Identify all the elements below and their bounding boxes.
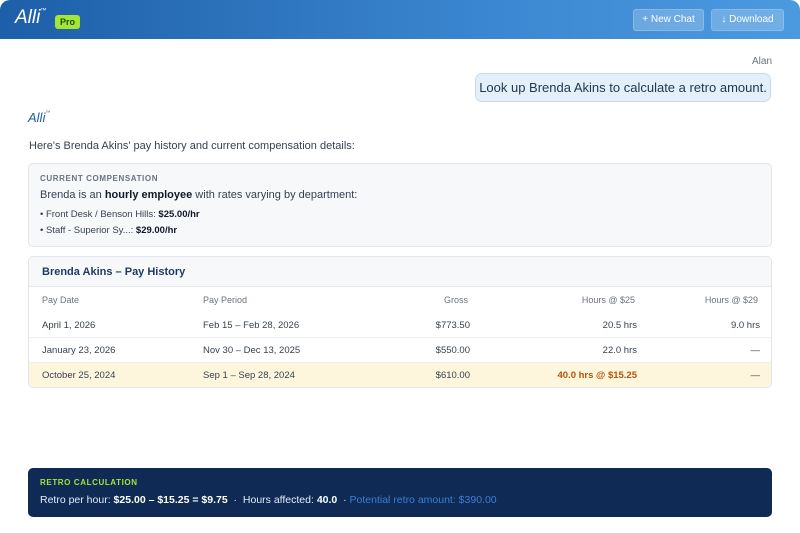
table-row-highlighted: October 25, 2024 Sep 1 – Sep 28, 2024 $6…: [29, 363, 771, 387]
cell-pay-period: Feb 15 – Feb 28, 2026: [203, 320, 300, 331]
pay-history-title: Brenda Akins – Pay History: [29, 257, 771, 287]
rate-item: • Front Desk / Benson Hills: $25.00/hr: [40, 209, 200, 220]
cell-hours-25-highlighted: 40.0 hrs @ $15.25: [557, 370, 637, 381]
cell-pay-date: April 1, 2026: [42, 320, 96, 331]
compensation-description: Brenda is an hourly employee with rates …: [40, 189, 358, 201]
column-header-hours-25: Hours @ $25: [581, 295, 635, 305]
rate-item: • Staff - Superior Sy...: $29.00/hr: [40, 225, 178, 236]
download-label: Download: [729, 14, 774, 25]
cell-pay-date: October 25, 2024: [42, 370, 116, 381]
cell-hours-29: 9.0 hrs: [730, 320, 760, 331]
hours-affected-value: 40.0: [316, 494, 338, 506]
new-chat-label: New Chat: [650, 14, 695, 25]
potential-retro-amount: Potential retro amount: $390.00: [349, 494, 497, 506]
plus-icon: +: [642, 14, 649, 25]
download-button[interactable]: ↓ Download: [711, 9, 784, 31]
retro-calculation-card: RETRO CALCULATION Retro per hour: $25.00…: [28, 468, 772, 517]
cell-gross: $550.00: [435, 345, 470, 356]
cell-hours-25: 22.0 hrs: [602, 345, 637, 356]
column-header-pay-period: Pay Period: [203, 295, 248, 305]
current-compensation-card: CURRENT COMPENSATION Brenda is an hourly…: [28, 163, 772, 247]
retro-title: RETRO CALCULATION: [40, 478, 138, 487]
app-window: Alli™ Pro + New Chat ↓ Download Alan Loo…: [0, 0, 800, 533]
cell-hours-25: 20.5 hrs: [602, 320, 637, 331]
user-message: Look up Brenda Akins to calculate a retr…: [475, 73, 771, 102]
pro-badge: Pro: [55, 15, 81, 29]
cell-pay-date: January 23, 2026: [42, 345, 116, 356]
user-name: Alan: [751, 56, 772, 67]
assistant-intro: Here's Brenda Akins' pay history and cur…: [29, 140, 355, 152]
assistant-name: Alli™: [28, 110, 51, 125]
download-icon: ↓: [721, 14, 727, 25]
table-row: April 1, 2026 Feb 15 – Feb 28, 2026 $773…: [29, 313, 771, 338]
cell-hours-29: —: [750, 370, 761, 381]
retro-per-hour-value: $25.00 – $15.25 = $9.75: [113, 494, 228, 506]
app-logo: Alli™: [15, 7, 47, 28]
retro-summary: Retro per hour: $25.00 – $15.25 = $9.75 …: [40, 494, 497, 506]
column-header-hours-29: Hours @ $29: [704, 295, 758, 305]
cell-gross: $773.50: [435, 320, 470, 331]
column-header-pay-date: Pay Date: [42, 295, 80, 305]
table-row: January 23, 2026 Nov 30 – Dec 13, 2025 $…: [29, 338, 771, 363]
new-chat-button[interactable]: + New Chat: [633, 9, 704, 31]
cell-gross: $610.00: [435, 370, 470, 381]
pay-history-table: Brenda Akins – Pay History Pay Date Pay …: [28, 256, 772, 388]
compensation-title: CURRENT COMPENSATION: [40, 174, 159, 183]
cell-pay-period: Sep 1 – Sep 28, 2024: [203, 370, 295, 381]
cell-hours-29: —: [750, 345, 761, 356]
cell-pay-period: Nov 30 – Dec 13, 2025: [203, 345, 301, 356]
app-header: Alli™ Pro + New Chat ↓ Download: [0, 0, 800, 39]
column-header-gross: Gross: [443, 295, 468, 305]
